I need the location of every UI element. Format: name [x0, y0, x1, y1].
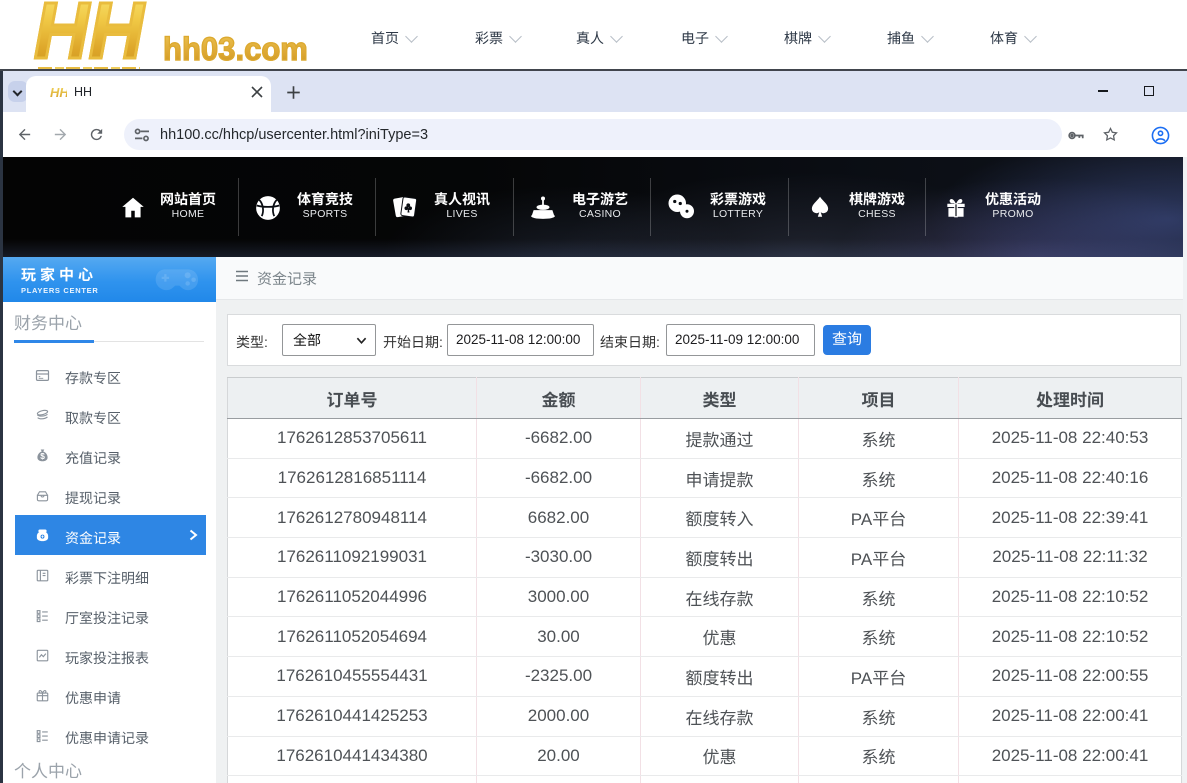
svg-text:$: $: [40, 452, 45, 461]
